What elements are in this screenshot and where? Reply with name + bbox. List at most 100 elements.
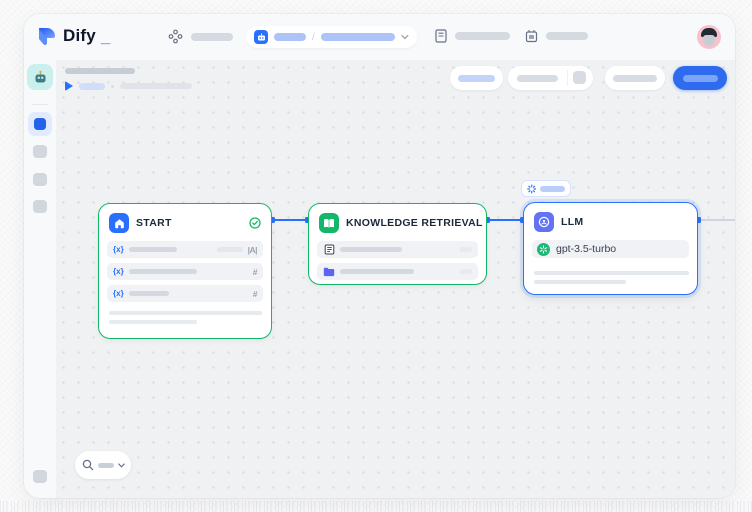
llm-brain-icon xyxy=(534,212,554,232)
type-number-icon: # xyxy=(253,289,257,299)
variable-icon: {x} xyxy=(113,245,124,254)
variable-name-skeleton xyxy=(129,269,197,274)
openai-icon xyxy=(537,243,550,256)
variable-icon: {x} xyxy=(113,267,124,276)
node-knowledge-retrieval[interactable]: KNOWLEDGE RETRIEVAL xyxy=(308,203,487,285)
variable-value-skeleton xyxy=(217,247,243,252)
type-number-icon: # xyxy=(253,267,257,277)
sidebar-item-placeholder-2[interactable] xyxy=(33,173,47,186)
node-start-header: START xyxy=(109,213,261,233)
sidebar-item-placeholder-3[interactable] xyxy=(33,200,47,213)
group-divider xyxy=(567,70,568,86)
dataset-skeleton xyxy=(340,269,414,274)
dify-logo[interactable]: Dify _ xyxy=(36,25,110,47)
nav-docs-label-skeleton xyxy=(455,32,510,40)
robot-emoji-icon xyxy=(33,70,48,85)
model-selector-row[interactable]: gpt-3.5-turbo xyxy=(532,240,689,258)
workflow-canvas[interactable]: START {x} |A| {x} # xyxy=(56,60,735,498)
logo-text: Dify xyxy=(63,25,96,47)
secondary-label-skeleton xyxy=(613,75,657,82)
node-title: START xyxy=(136,217,242,229)
updates-icon xyxy=(525,29,538,43)
dataset-value-skeleton xyxy=(460,269,472,274)
edge-llm-outgoing xyxy=(698,219,735,221)
dify-logo-icon xyxy=(36,25,58,47)
left-icon-rail xyxy=(24,60,56,498)
nav-explore-label-skeleton xyxy=(191,33,233,41)
publish-button[interactable] xyxy=(673,66,727,90)
prompt-skeleton-line xyxy=(534,271,689,275)
app-name-skeleton xyxy=(321,33,396,41)
type-string-icon: |A| xyxy=(248,245,257,255)
variable-name-skeleton xyxy=(129,291,169,296)
query-value-skeleton xyxy=(460,247,472,252)
top-bar: Dify _ xyxy=(24,14,735,60)
features-button-group[interactable] xyxy=(508,66,593,90)
preview-button[interactable] xyxy=(450,66,503,90)
query-variable-row xyxy=(317,241,478,258)
prompt-skeleton-line xyxy=(534,280,626,284)
chevron-down-icon xyxy=(118,463,125,468)
user-avatar[interactable] xyxy=(697,25,721,49)
preview-label-skeleton xyxy=(458,75,495,82)
spinner-icon xyxy=(527,184,536,194)
success-check-icon xyxy=(249,217,261,229)
input-variable-row: {x} # xyxy=(107,263,263,280)
run-status-skeleton xyxy=(120,83,192,89)
node-title: KNOWLEDGE RETRIEVAL xyxy=(346,217,483,229)
variable-name-skeleton xyxy=(129,247,177,252)
workspace-name-skeleton xyxy=(274,33,306,41)
logo-accent: _ xyxy=(101,27,110,47)
nav-updates[interactable] xyxy=(525,29,588,43)
features-label-skeleton xyxy=(517,75,558,82)
settings-square-icon[interactable] xyxy=(573,71,586,84)
query-skeleton xyxy=(340,247,402,252)
book-icon xyxy=(319,213,339,233)
node-start[interactable]: START {x} |A| {x} # xyxy=(98,203,272,339)
run-play-icon xyxy=(65,81,73,91)
separator-dot xyxy=(111,85,114,88)
sidebar-item-settings-placeholder[interactable] xyxy=(33,470,47,483)
node-knowledge-header: KNOWLEDGE RETRIEVAL xyxy=(319,213,476,233)
sidebar-item-workflow-active[interactable] xyxy=(28,112,52,136)
node-llm-header: LLM xyxy=(534,212,687,232)
background-noise xyxy=(0,501,752,512)
nav-explore[interactable] xyxy=(168,29,233,44)
publish-label-skeleton xyxy=(683,75,718,82)
current-app-icon[interactable] xyxy=(27,64,53,90)
explore-icon xyxy=(168,29,183,44)
sidebar-item-placeholder-1[interactable] xyxy=(33,145,47,158)
zoom-control[interactable] xyxy=(75,451,131,479)
edge-start-to-knowledge xyxy=(272,219,308,221)
variable-icon: {x} xyxy=(113,289,124,298)
model-name: gpt-3.5-turbo xyxy=(556,243,616,255)
run-history-row[interactable] xyxy=(65,81,192,91)
nav-docs[interactable] xyxy=(435,29,510,43)
docs-icon xyxy=(435,29,447,43)
edge-knowledge-to-llm xyxy=(487,219,523,221)
chevron-down-icon[interactable] xyxy=(401,34,409,40)
folder-icon xyxy=(323,266,335,278)
dataset-row xyxy=(317,263,478,280)
magnifier-icon xyxy=(82,459,94,471)
dify-app-window: Dify _ xyxy=(24,14,735,498)
secondary-button[interactable] xyxy=(605,66,665,90)
node-llm[interactable]: LLM gpt-3.5-t xyxy=(523,202,698,295)
workspace-separator: / xyxy=(312,32,315,43)
notebook-icon xyxy=(323,244,335,256)
workflow-title-skeleton xyxy=(65,68,135,74)
input-variable-row: {x} # xyxy=(107,285,263,302)
badge-label-skeleton xyxy=(540,186,565,192)
app-avatar-icon xyxy=(254,30,268,44)
zoom-value-skeleton xyxy=(98,463,114,468)
workflow-block-icon xyxy=(34,118,46,130)
run-label-skeleton xyxy=(79,83,105,90)
desktop-background: Dify _ xyxy=(0,0,752,512)
home-icon xyxy=(109,213,129,233)
node-title: LLM xyxy=(561,216,687,228)
description-skeleton-line xyxy=(109,311,262,315)
app-switcher-pill[interactable]: / xyxy=(246,26,417,48)
description-skeleton-line xyxy=(109,320,197,324)
input-variable-row: {x} |A| xyxy=(107,241,263,258)
sidebar-divider xyxy=(32,104,48,105)
